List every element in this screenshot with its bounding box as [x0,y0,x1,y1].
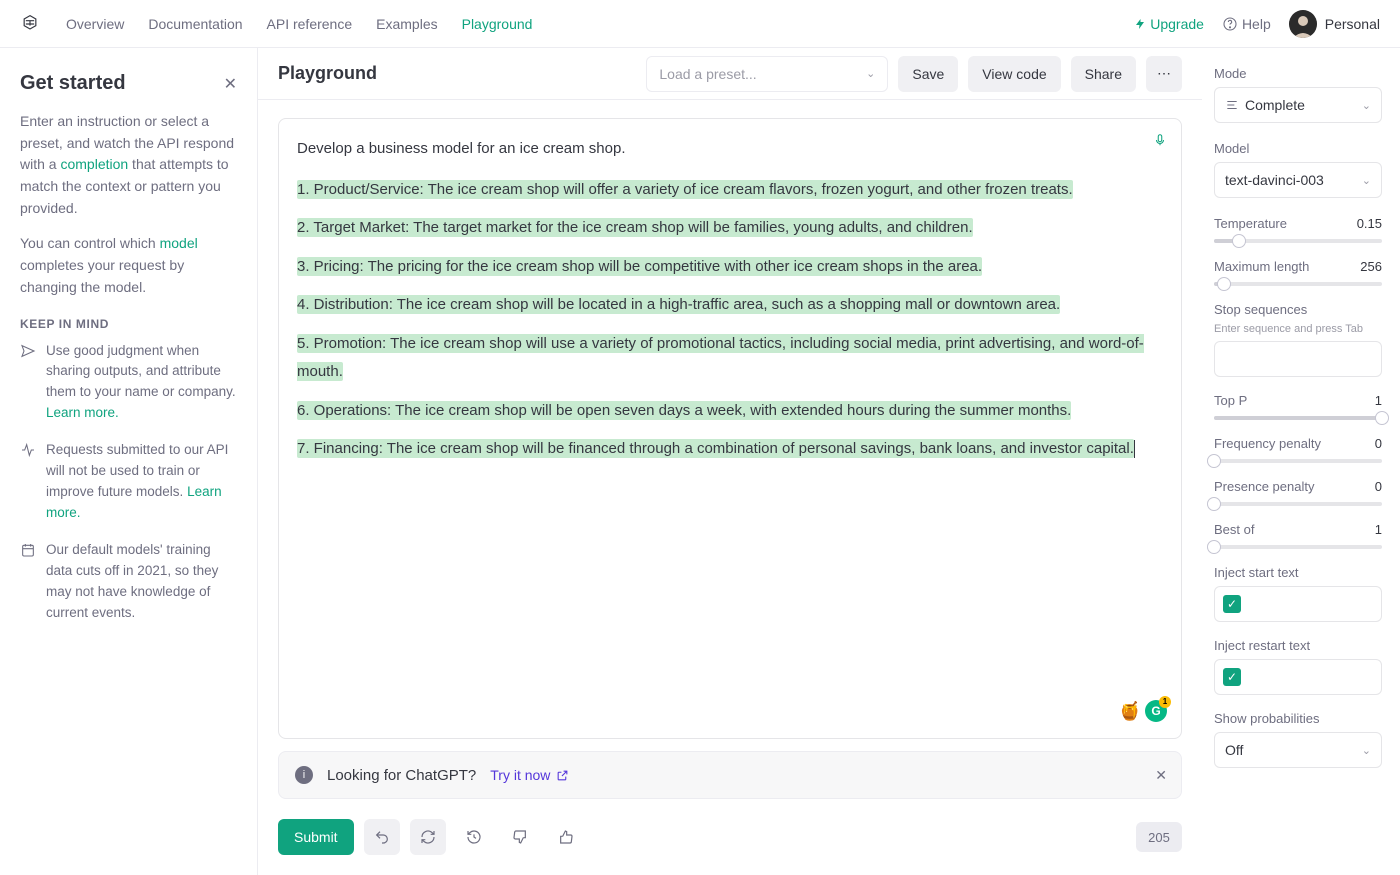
chevron-down-icon: ⌄ [1362,744,1371,757]
mode-label: Mode [1214,66,1382,81]
nav-playground[interactable]: Playground [462,16,533,32]
upgrade-button[interactable]: Upgrade [1134,16,1204,32]
chevron-down-icon: ⌄ [1362,174,1371,187]
help-button[interactable]: Help [1222,16,1271,32]
calendar-icon [20,542,36,624]
show-prob-select[interactable]: Off ⌄ [1214,732,1382,768]
freq-slider[interactable] [1214,459,1382,463]
microphone-icon[interactable] [1153,131,1167,149]
stop-group: Stop sequences Enter sequence and press … [1214,302,1382,377]
inject-restart-checkbox[interactable]: ✓ [1223,668,1241,686]
sidebar: Get started ✕ Enter an instruction or se… [0,48,258,875]
refresh-icon [420,829,436,845]
honeycomb-icon[interactable]: 🍯 [1119,694,1141,728]
banner-text: Looking for ChatGPT? [327,767,476,784]
keep-item-3: Our default models' training data cuts o… [20,540,237,624]
regenerate-button[interactable] [410,819,446,855]
model-link[interactable]: model [160,235,198,251]
nav-api-reference[interactable]: API reference [267,16,353,32]
pres-group: Presence penalty0 [1214,479,1382,506]
thumbs-up-icon [558,829,574,845]
keep-item-2: Requests submitted to our API will not b… [20,440,237,524]
history-button[interactable] [456,819,492,855]
undo-button[interactable] [364,819,400,855]
sidebar-close-icon[interactable]: ✕ [224,74,237,94]
top-nav: Overview Documentation API reference Exa… [0,0,1400,48]
send-icon [20,343,36,425]
nav-examples[interactable]: Examples [376,16,437,32]
pres-slider[interactable] [1214,502,1382,506]
submit-button[interactable]: Submit [278,819,354,855]
chevron-down-icon: ⌄ [866,67,875,80]
stop-input[interactable] [1214,341,1382,377]
more-button[interactable]: ⋯ [1146,56,1182,92]
undo-icon [374,829,390,845]
more-icon: ⋯ [1157,65,1171,82]
banner-close-icon[interactable]: ✕ [1155,767,1167,784]
sidebar-description-2: You can control which model completes yo… [20,233,237,298]
activity-icon [20,442,36,524]
prompt-text: Develop a business model for an ice crea… [297,135,1163,164]
account-menu[interactable]: Personal [1289,10,1380,38]
inject-restart-input[interactable]: ✓ [1214,659,1382,695]
nav-links: Overview Documentation API reference Exa… [66,16,532,32]
inject-start-group: Inject start text ✓ [1214,565,1382,622]
save-button[interactable]: Save [898,56,958,92]
grammarly-icon[interactable]: G [1145,700,1167,722]
model-select[interactable]: text-davinci-003 ⌄ [1214,162,1382,198]
topp-slider[interactable] [1214,416,1382,420]
avatar [1289,10,1317,38]
thumbs-up-button[interactable] [548,819,584,855]
bolt-icon [1134,17,1146,31]
sidebar-title: Get started [20,72,126,95]
bottom-bar: Submit 205 [278,811,1182,875]
center-column: Playground Load a preset... ⌄ Save View … [258,48,1202,875]
try-it-now-link[interactable]: Try it now [490,767,569,783]
bestof-slider[interactable] [1214,545,1382,549]
temperature-group: Temperature0.15 [1214,216,1382,243]
nav-documentation[interactable]: Documentation [148,16,242,32]
keep-in-mind-heading: Keep in mind [20,317,237,331]
view-code-button[interactable]: View code [968,56,1060,92]
help-icon [1222,16,1238,32]
external-link-icon [556,769,569,782]
model-label: Model [1214,141,1382,156]
maxlen-group: Maximum length256 [1214,259,1382,286]
topp-group: Top P1 [1214,393,1382,420]
account-label: Personal [1325,16,1380,32]
nav-overview[interactable]: Overview [66,16,124,32]
page-title: Playground [278,63,377,84]
preset-placeholder: Load a preset... [659,66,756,82]
editor[interactable]: Develop a business model for an ice crea… [278,118,1182,739]
completion-text: 1. Product/Service: The ice cream shop w… [297,176,1163,464]
mode-icon [1225,98,1239,112]
chatgpt-banner: i Looking for ChatGPT? Try it now ✕ [278,751,1182,799]
chevron-down-icon: ⌄ [1362,99,1371,112]
learn-more-1[interactable]: Learn more. [46,405,119,420]
freq-group: Frequency penalty0 [1214,436,1382,463]
show-prob-group: Show probabilities Off ⌄ [1214,711,1382,768]
corner-badges: 🍯 G [1119,694,1167,728]
temperature-slider[interactable] [1214,239,1382,243]
inject-restart-group: Inject restart text ✓ [1214,638,1382,695]
share-button[interactable]: Share [1071,56,1136,92]
right-panel: Mode Complete ⌄ Model text-davinci-003 ⌄… [1202,48,1400,875]
info-icon: i [295,766,313,784]
mode-select[interactable]: Complete ⌄ [1214,87,1382,123]
inject-start-input[interactable]: ✓ [1214,586,1382,622]
sidebar-description-1: Enter an instruction or select a preset,… [20,111,237,219]
openai-logo [20,14,40,34]
maxlen-slider[interactable] [1214,282,1382,286]
history-icon [466,829,482,845]
bestof-group: Best of1 [1214,522,1382,549]
center-header: Playground Load a preset... ⌄ Save View … [258,48,1202,100]
thumbs-down-button[interactable] [502,819,538,855]
preset-select[interactable]: Load a preset... ⌄ [646,56,888,92]
completion-link[interactable]: completion [60,156,128,172]
token-count: 205 [1136,822,1182,852]
keep-item-1: Use good judgment when sharing outputs, … [20,341,237,425]
inject-start-checkbox[interactable]: ✓ [1223,595,1241,613]
thumbs-down-icon [512,829,528,845]
